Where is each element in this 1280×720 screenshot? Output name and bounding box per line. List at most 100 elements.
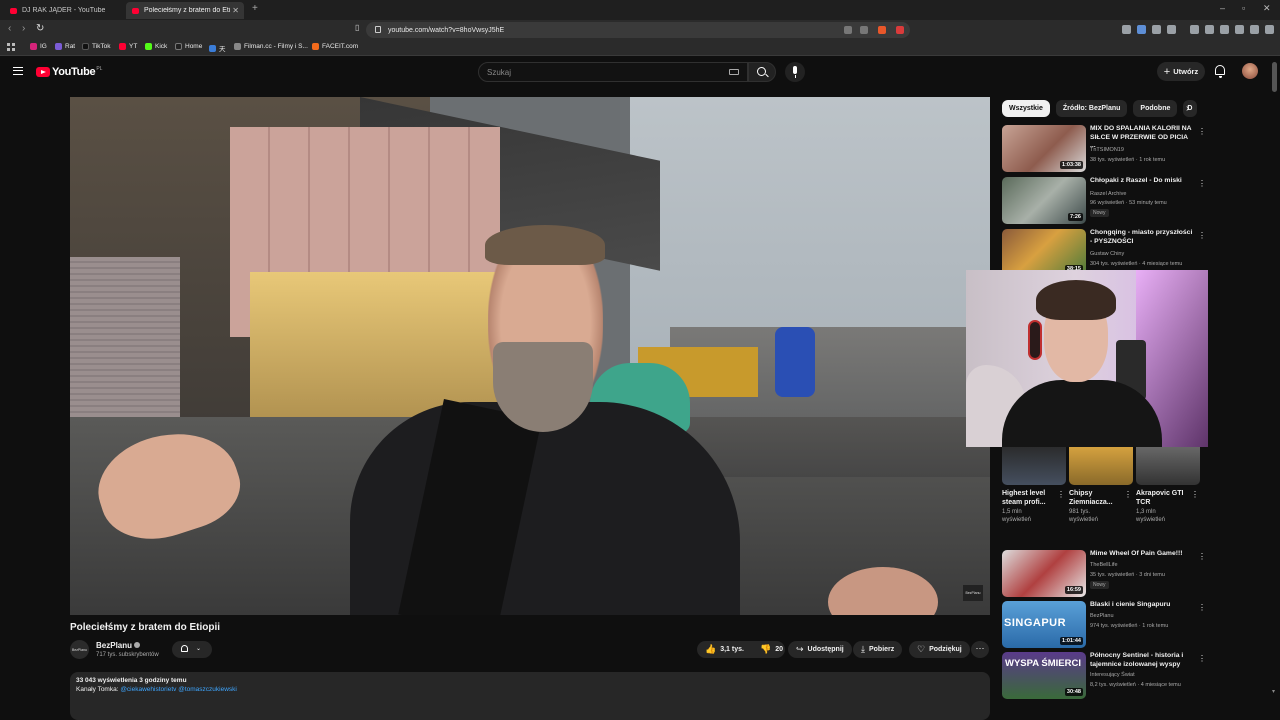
channel-avatar[interactable]: BezPlanu: [70, 640, 89, 659]
video-thumbnail[interactable]: 38:15: [1002, 229, 1086, 276]
bookmark-item[interactable]: 天: [209, 43, 226, 53]
chip-all[interactable]: Wszystkie: [1002, 100, 1050, 117]
video-thumbnail[interactable]: 16:59: [1002, 550, 1086, 597]
extension-icon[interactable]: [1137, 25, 1146, 34]
extensions-icon[interactable]: [1220, 25, 1229, 34]
maximize-icon[interactable]: ▫: [1242, 3, 1245, 13]
scroll-down-icon[interactable]: ▾: [1272, 688, 1275, 695]
vpn-icon[interactable]: [1250, 25, 1259, 34]
channel-name[interactable]: BezPlanu: [96, 641, 141, 650]
recommended-channel[interactable]: Interesujący Świat: [1090, 672, 1135, 678]
bookmark-icon[interactable]: ▯: [355, 23, 359, 32]
account-avatar[interactable]: [1242, 63, 1258, 79]
search-button[interactable]: [748, 62, 776, 82]
brave-shield-icon[interactable]: [878, 26, 886, 34]
page-scrollbar[interactable]: [1272, 62, 1277, 92]
bookmark-item[interactable]: IG: [30, 43, 47, 50]
channel-link[interactable]: @tomaszczukiewski: [178, 686, 237, 693]
youtube-logo[interactable]: YouTube PL: [36, 66, 102, 78]
like-button[interactable]: 👍 3,1 tys.: [697, 641, 752, 658]
close-tab-icon[interactable]: ✕: [232, 6, 239, 15]
recommended-title[interactable]: Chongqing - miasto przyszłości - PYSZNOŚ…: [1090, 229, 1194, 246]
video-thumbnail[interactable]: 7:26: [1002, 177, 1086, 224]
recommended-video[interactable]: 16:59 Mime Wheel Of Pain Game!!! TheBell…: [1002, 550, 1206, 598]
browser-menu-icon[interactable]: [1265, 25, 1274, 34]
recommended-channel[interactable]: BezPlanu: [1090, 613, 1114, 619]
apps-grid-icon[interactable]: [7, 43, 15, 51]
recommended-title[interactable]: Chłopaki z Raszel - Do miski: [1090, 177, 1194, 186]
description-box[interactable]: 33 043 wyświetlenia 3 godziny temu Kanał…: [70, 672, 990, 720]
cast-icon[interactable]: [844, 26, 852, 34]
recommended-title[interactable]: Północny Sentinel - historia i tajemnice…: [1090, 652, 1194, 669]
short-menu-icon[interactable]: ⋮: [1191, 490, 1199, 499]
voice-search-icon[interactable]: [785, 62, 805, 82]
chip-from-channel[interactable]: Źródło: BezPlanu: [1055, 100, 1128, 117]
recommended-video[interactable]: SINGAPUR 1:01:44 Blaski i cienie Singapu…: [1002, 601, 1206, 649]
video-thumbnail[interactable]: WYSPA ŚMIERCI 30:48: [1002, 652, 1086, 699]
rewards-icon[interactable]: [896, 26, 904, 34]
short-item[interactable]: Chipsy Ziemniacza... 981 tys. wyświetleń …: [1069, 445, 1133, 524]
search-input[interactable]: Szukaj: [478, 62, 748, 82]
bookmark-item[interactable]: Home: [175, 43, 202, 50]
keyboard-icon[interactable]: [729, 69, 739, 75]
extension-icon[interactable]: [1167, 25, 1176, 34]
short-menu-icon[interactable]: ⋮: [1124, 490, 1132, 499]
chip-related[interactable]: Podobne: [1133, 100, 1178, 117]
extension-icon[interactable]: [1122, 25, 1131, 34]
short-title[interactable]: Akrapovic GTI TCR: [1136, 489, 1192, 507]
video-menu-icon[interactable]: ⋮: [1198, 654, 1206, 663]
short-thumbnail[interactable]: [1069, 445, 1133, 485]
video-menu-icon[interactable]: ⋮: [1198, 179, 1206, 188]
recommended-channel[interactable]: Gustaw Chiny: [1090, 251, 1124, 257]
browser-tab[interactable]: DJ RAK JĄDER - YouTube: [4, 2, 122, 19]
channel-link[interactable]: @ciekawehistorietv: [120, 686, 176, 693]
chevron-right-icon[interactable]: ›: [1186, 103, 1189, 114]
bookmark-item[interactable]: YT: [119, 43, 137, 50]
recommended-video[interactable]: 7:26 Chłopaki z Raszel - Do miski Raszel…: [1002, 177, 1206, 225]
wallet-icon[interactable]: [1235, 25, 1244, 34]
video-thumbnail[interactable]: 1:03:38: [1002, 125, 1086, 172]
new-tab-icon[interactable]: +: [252, 3, 258, 14]
bookmark-item[interactable]: TikTok: [82, 43, 111, 50]
reload-icon[interactable]: ↻: [36, 23, 44, 34]
browser-tab-active[interactable]: Poleciełśmy z bratem do Etiopii ✕: [126, 2, 244, 19]
recommended-channel[interactable]: Raszel Archive: [1090, 191, 1126, 197]
bookmark-item[interactable]: Kick: [145, 43, 167, 50]
video-menu-icon[interactable]: ⋮: [1198, 603, 1206, 612]
minimize-icon[interactable]: –: [1220, 3, 1225, 13]
video-player[interactable]: BezPlanu: [70, 97, 990, 615]
hamburger-menu-icon[interactable]: [13, 67, 23, 75]
extension-icon[interactable]: [1152, 25, 1161, 34]
share-icon[interactable]: [860, 26, 868, 34]
channel-watermark[interactable]: BezPlanu: [963, 585, 983, 601]
forward-icon[interactable]: ›: [22, 23, 25, 34]
recommended-video[interactable]: WYSPA ŚMIERCI 30:48 Północny Sentinel - …: [1002, 652, 1206, 700]
site-info-icon[interactable]: [375, 26, 381, 33]
notifications-bell-icon[interactable]: [1215, 65, 1225, 78]
video-menu-icon[interactable]: ⋮: [1198, 552, 1206, 561]
dislike-button[interactable]: 👎 20: [752, 641, 791, 658]
bookmark-item[interactable]: FACEIT.com: [312, 43, 358, 50]
bookmark-item[interactable]: Filman.cc - Filmy i S...: [234, 43, 308, 50]
recommended-channel[interactable]: TheBellLife: [1090, 562, 1118, 568]
video-menu-icon[interactable]: ⋮: [1198, 127, 1206, 136]
music-icon[interactable]: [1190, 25, 1199, 34]
short-item[interactable]: Highest level steam profi... 1,5 mln wyśw…: [1002, 445, 1066, 524]
subscribed-notifications-button[interactable]: ⌄: [172, 641, 212, 658]
recommended-video[interactable]: 1:03:38 MIX DO SPALANIA KALORII NA SIŁCE…: [1002, 125, 1206, 173]
sidebar-icon[interactable]: [1205, 25, 1214, 34]
recommended-channel[interactable]: TnTSIMON19: [1090, 147, 1124, 153]
back-icon[interactable]: ‹: [8, 23, 11, 34]
video-thumbnail[interactable]: SINGAPUR 1:01:44: [1002, 601, 1086, 648]
more-actions-icon[interactable]: ⋯: [971, 641, 989, 658]
recommended-title[interactable]: Blaski i cienie Singapuru: [1090, 601, 1194, 610]
close-window-icon[interactable]: ✕: [1263, 3, 1271, 14]
share-button[interactable]: ↪ Udostępnij: [788, 641, 852, 658]
bookmark-item[interactable]: Rat: [55, 43, 75, 50]
download-button[interactable]: ⤓ Pobierz: [853, 641, 903, 658]
video-menu-icon[interactable]: ⋮: [1198, 231, 1206, 240]
short-title[interactable]: Chipsy Ziemniacza...: [1069, 489, 1125, 507]
url-field[interactable]: youtube.com/watch?v=8hoVwsyJ5hE: [366, 22, 910, 38]
thanks-button[interactable]: ♡ Podziękuj: [909, 641, 970, 658]
recommended-title[interactable]: Mime Wheel Of Pain Game!!!: [1090, 550, 1194, 559]
